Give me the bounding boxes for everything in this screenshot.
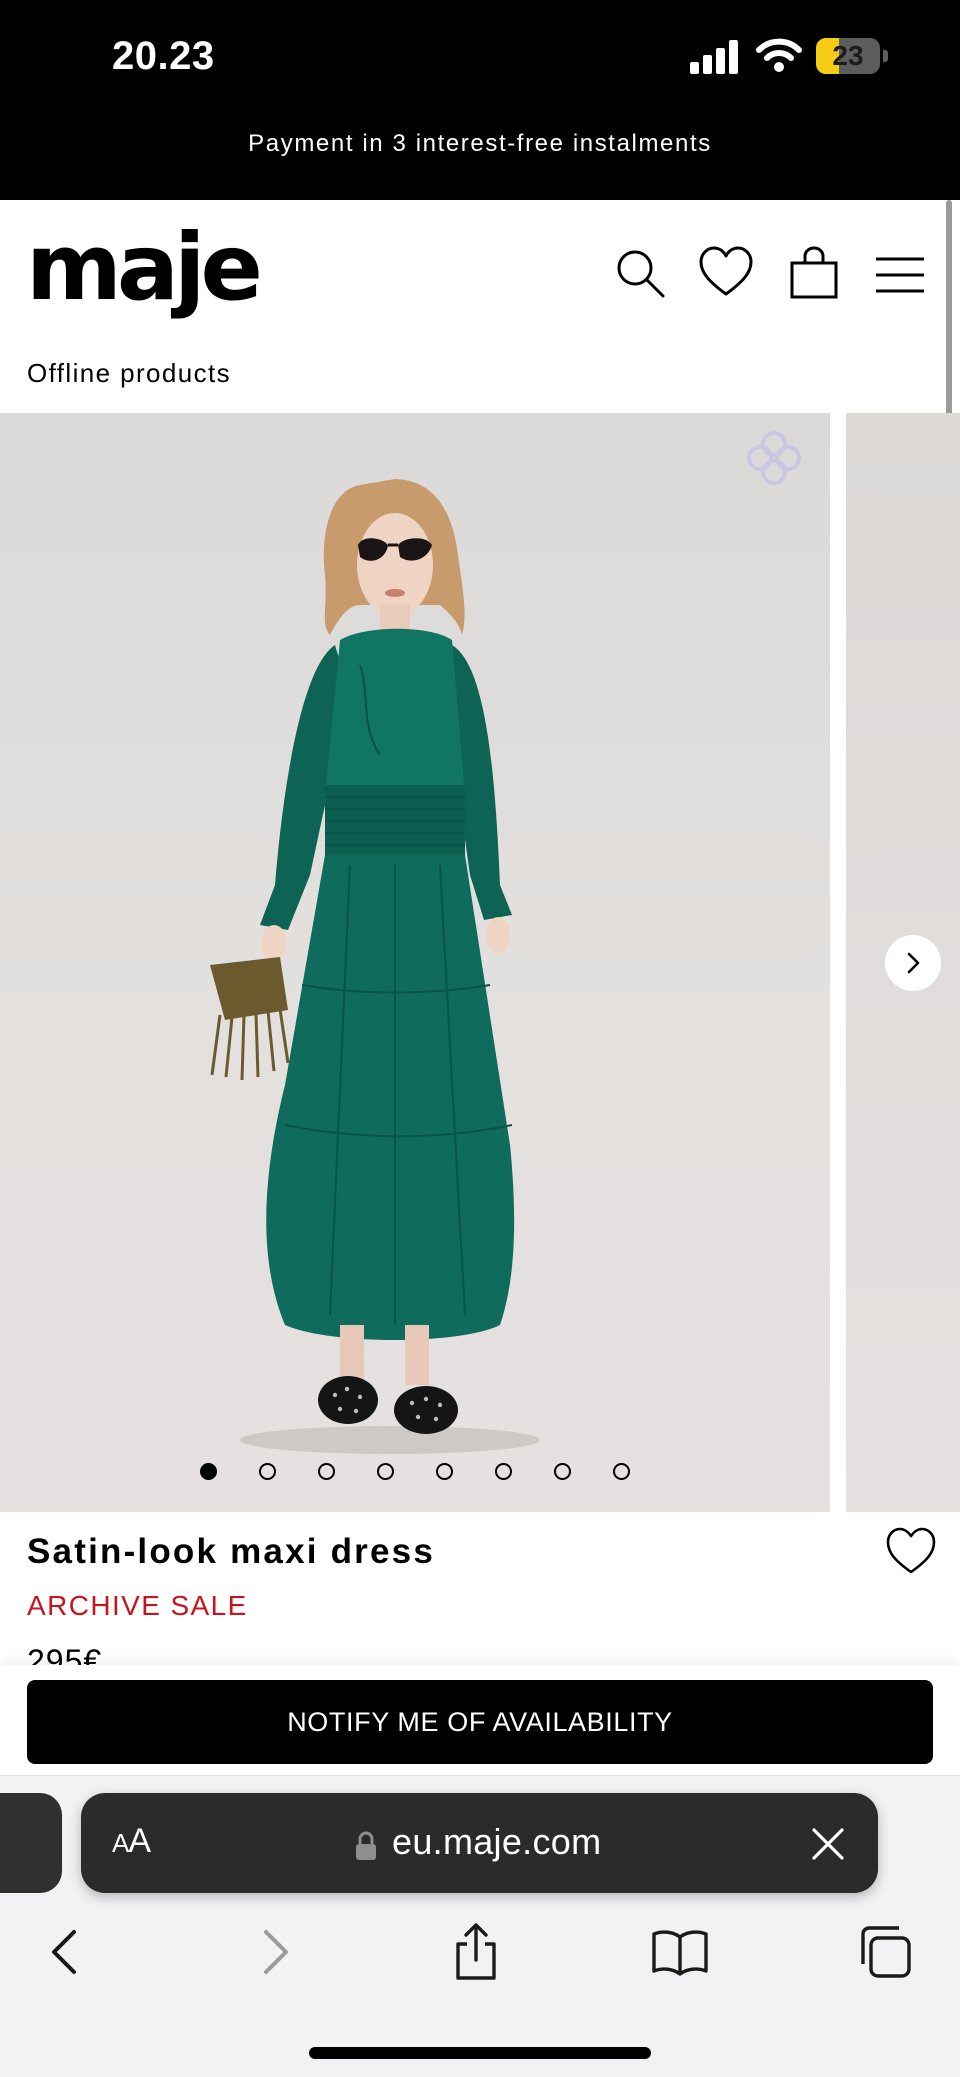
- sale-badge: ARCHIVE SALE: [27, 1590, 248, 1621]
- carousel-dot[interactable]: [318, 1463, 335, 1480]
- search-icon[interactable]: [612, 245, 668, 301]
- back-arrow-icon[interactable]: [36, 1922, 96, 1982]
- lock-icon: [356, 1831, 376, 1860]
- product-photo: [210, 479, 540, 1454]
- home-indicator[interactable]: [309, 2047, 651, 2059]
- carousel-dot[interactable]: [613, 1463, 630, 1480]
- battery-icon: 23: [816, 38, 880, 74]
- chevron-right-icon: [907, 952, 920, 974]
- url-text[interactable]: eu.maje.com: [392, 1821, 601, 1863]
- carousel-next-button[interactable]: [885, 935, 941, 991]
- carousel-dot[interactable]: [436, 1463, 453, 1480]
- brand-logo[interactable]: maje: [26, 222, 263, 314]
- menu-icon[interactable]: [872, 245, 928, 301]
- status-time: 20.23: [112, 34, 215, 78]
- battery-percent: 23: [832, 40, 864, 71]
- carousel-dot[interactable]: [259, 1463, 276, 1480]
- cellular-signal-icon: [690, 40, 738, 74]
- battery-cap: [883, 50, 888, 62]
- carousel-dot[interactable]: [377, 1463, 394, 1480]
- text-size-button[interactable]: AA: [112, 1822, 151, 1861]
- notify-availability-button[interactable]: NOTIFY ME OF AVAILABILITY: [27, 1680, 933, 1764]
- carousel-pagination: [0, 1463, 830, 1480]
- add-to-wishlist-heart-icon[interactable]: [884, 1525, 938, 1579]
- text-size-small-a: A: [112, 1828, 129, 1858]
- shopping-bag-icon[interactable]: [788, 245, 844, 301]
- forward-arrow-icon[interactable]: [244, 1922, 304, 1982]
- tabs-overview-icon[interactable]: [855, 1922, 915, 1982]
- breadcrumb[interactable]: Offline products: [27, 358, 231, 389]
- close-icon[interactable]: [810, 1826, 846, 1862]
- wifi-icon: [756, 38, 802, 72]
- carousel-dot[interactable]: [554, 1463, 571, 1480]
- heart-icon[interactable]: [698, 245, 754, 301]
- share-icon[interactable]: [446, 1922, 506, 1982]
- clover-logo-icon: [747, 431, 801, 485]
- text-size-large-a: A: [128, 1822, 151, 1860]
- bookmarks-book-icon[interactable]: [650, 1922, 710, 1982]
- carousel-dot[interactable]: [495, 1463, 512, 1480]
- top-banner: [0, 0, 960, 200]
- battery-indicator: 23: [816, 38, 890, 74]
- promo-banner-text[interactable]: Payment in 3 interest-free instalments: [0, 130, 960, 158]
- product-title: Satin-look maxi dress: [27, 1532, 435, 1571]
- previous-tab-peek[interactable]: [0, 1793, 62, 1893]
- carousel-dot[interactable]: [200, 1463, 217, 1480]
